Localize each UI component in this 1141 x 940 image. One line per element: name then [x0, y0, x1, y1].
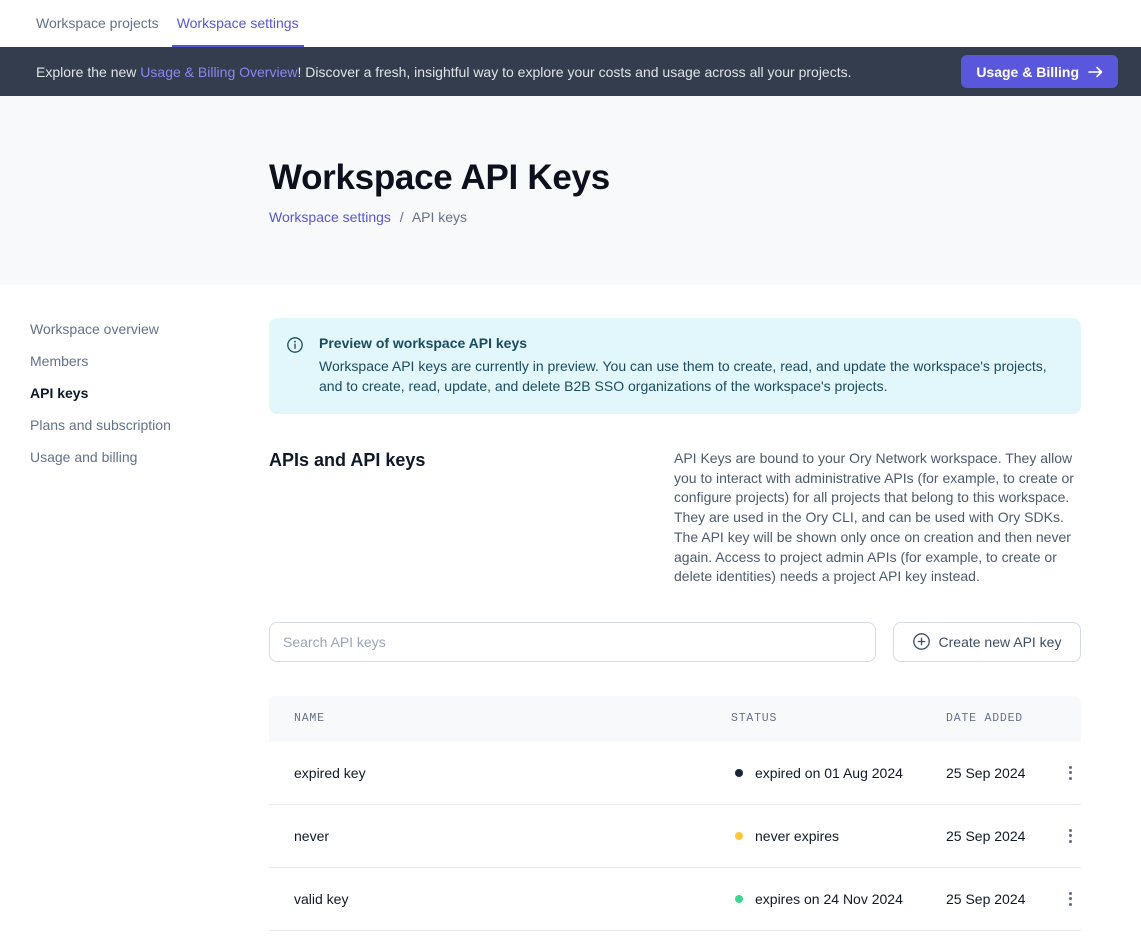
arrow-right-icon [1088, 66, 1103, 78]
breadcrumb-current: API keys [412, 209, 467, 225]
breadcrumb-workspace-settings-link[interactable]: Workspace settings [269, 209, 391, 225]
usage-billing-overview-link[interactable]: Usage & Billing Overview [140, 64, 297, 80]
kebab-dot [1069, 903, 1072, 906]
row-actions-cell [1059, 823, 1081, 849]
api-key-status: expires on 24 Nov 2024 [731, 891, 946, 907]
row-actions-cell [1059, 886, 1081, 912]
column-header-date-added: DATE ADDED [946, 712, 1059, 725]
tab-workspace-projects[interactable]: Workspace projects [31, 0, 164, 47]
banner-text-before: Explore the new [36, 64, 140, 80]
api-key-status: expired on 01 Aug 2024 [731, 765, 946, 781]
breadcrumb-separator: / [400, 209, 404, 225]
status-dot [735, 895, 743, 903]
row-actions-cell [1059, 760, 1081, 786]
row-actions-menu-button[interactable] [1061, 760, 1080, 786]
table-row: expired key expired on 01 Aug 2024 25 Se… [269, 742, 1081, 805]
main-content: Preview of workspace API keys Workspace … [269, 285, 1111, 940]
tab-workspace-settings[interactable]: Workspace settings [172, 0, 304, 47]
api-key-status: never expires [731, 828, 946, 844]
preview-notice: Preview of workspace API keys Workspace … [269, 318, 1081, 414]
usage-billing-button-label: Usage & Billing [976, 64, 1079, 80]
create-api-key-button-label: Create new API key [939, 634, 1062, 650]
kebab-dot [1069, 892, 1072, 895]
usage-billing-button[interactable]: Usage & Billing [961, 55, 1118, 88]
status-text: expires on 24 Nov 2024 [755, 891, 903, 907]
row-actions-menu-button[interactable] [1061, 823, 1080, 849]
status-text: expired on 01 Aug 2024 [755, 765, 903, 781]
content-area: Workspace overview Members API keys Plan… [0, 285, 1141, 940]
kebab-dot [1069, 840, 1072, 843]
settings-sidebar: Workspace overview Members API keys Plan… [0, 285, 269, 940]
apis-section: APIs and API keys API Keys are bound to … [269, 449, 1081, 587]
breadcrumb: Workspace settings / API keys [269, 209, 1141, 225]
table-body: expired key expired on 01 Aug 2024 25 Se… [269, 742, 1081, 931]
create-api-key-button[interactable]: Create new API key [893, 622, 1081, 662]
sidebar-item-workspace-overview[interactable]: Workspace overview [30, 313, 269, 345]
page-header: Workspace API Keys Workspace settings / … [0, 96, 1141, 285]
status-dot [735, 832, 743, 840]
table-row: never never expires 25 Sep 2024 [269, 805, 1081, 868]
kebab-dot [1069, 771, 1072, 774]
notice-content: Preview of workspace API keys Workspace … [319, 335, 1061, 396]
banner-message: Explore the new Usage & Billing Overview… [36, 64, 961, 80]
sidebar-item-usage-and-billing[interactable]: Usage and billing [30, 441, 269, 473]
table-row: valid key expires on 24 Nov 2024 25 Sep … [269, 868, 1081, 931]
plus-circle-icon [913, 633, 930, 650]
table-header-row: NAME STATUS DATE ADDED [269, 696, 1081, 742]
table-toolbar: Create new API key [269, 622, 1081, 662]
page-title: Workspace API Keys [269, 158, 1141, 198]
banner-text-after: ! Discover a fresh, insightful way to ex… [297, 64, 851, 80]
api-key-date-added: 25 Sep 2024 [946, 828, 1059, 844]
page: Workspace projects Workspace settings Ex… [0, 0, 1141, 940]
api-key-name: valid key [269, 891, 731, 907]
api-keys-table: NAME STATUS DATE ADDED expired key expir… [269, 696, 1081, 931]
column-header-name: NAME [269, 712, 731, 725]
api-key-name: never [269, 828, 731, 844]
kebab-dot [1069, 897, 1072, 900]
status-text: never expires [755, 828, 839, 844]
top-nav: Workspace projects Workspace settings [0, 0, 1141, 47]
kebab-dot [1069, 834, 1072, 837]
search-input[interactable] [269, 622, 876, 662]
kebab-dot [1069, 766, 1072, 769]
status-dot [735, 769, 743, 777]
api-key-date-added: 25 Sep 2024 [946, 891, 1059, 907]
column-header-status: STATUS [731, 712, 946, 725]
sidebar-item-members[interactable]: Members [30, 345, 269, 377]
sidebar-item-api-keys[interactable]: API keys [30, 377, 269, 409]
section-heading: APIs and API keys [269, 449, 425, 471]
api-key-date-added: 25 Sep 2024 [946, 765, 1059, 781]
row-actions-menu-button[interactable] [1061, 886, 1080, 912]
notice-title: Preview of workspace API keys [319, 335, 1061, 351]
notice-body: Workspace API keys are currently in prev… [319, 356, 1061, 396]
sidebar-item-plans-and-subscription[interactable]: Plans and subscription [30, 409, 269, 441]
api-key-name: expired key [269, 765, 731, 781]
section-description: API Keys are bound to your Ory Network w… [674, 449, 1081, 587]
kebab-dot [1069, 829, 1072, 832]
info-circle-icon [287, 337, 303, 396]
kebab-dot [1069, 777, 1072, 780]
promo-banner: Explore the new Usage & Billing Overview… [0, 47, 1141, 96]
